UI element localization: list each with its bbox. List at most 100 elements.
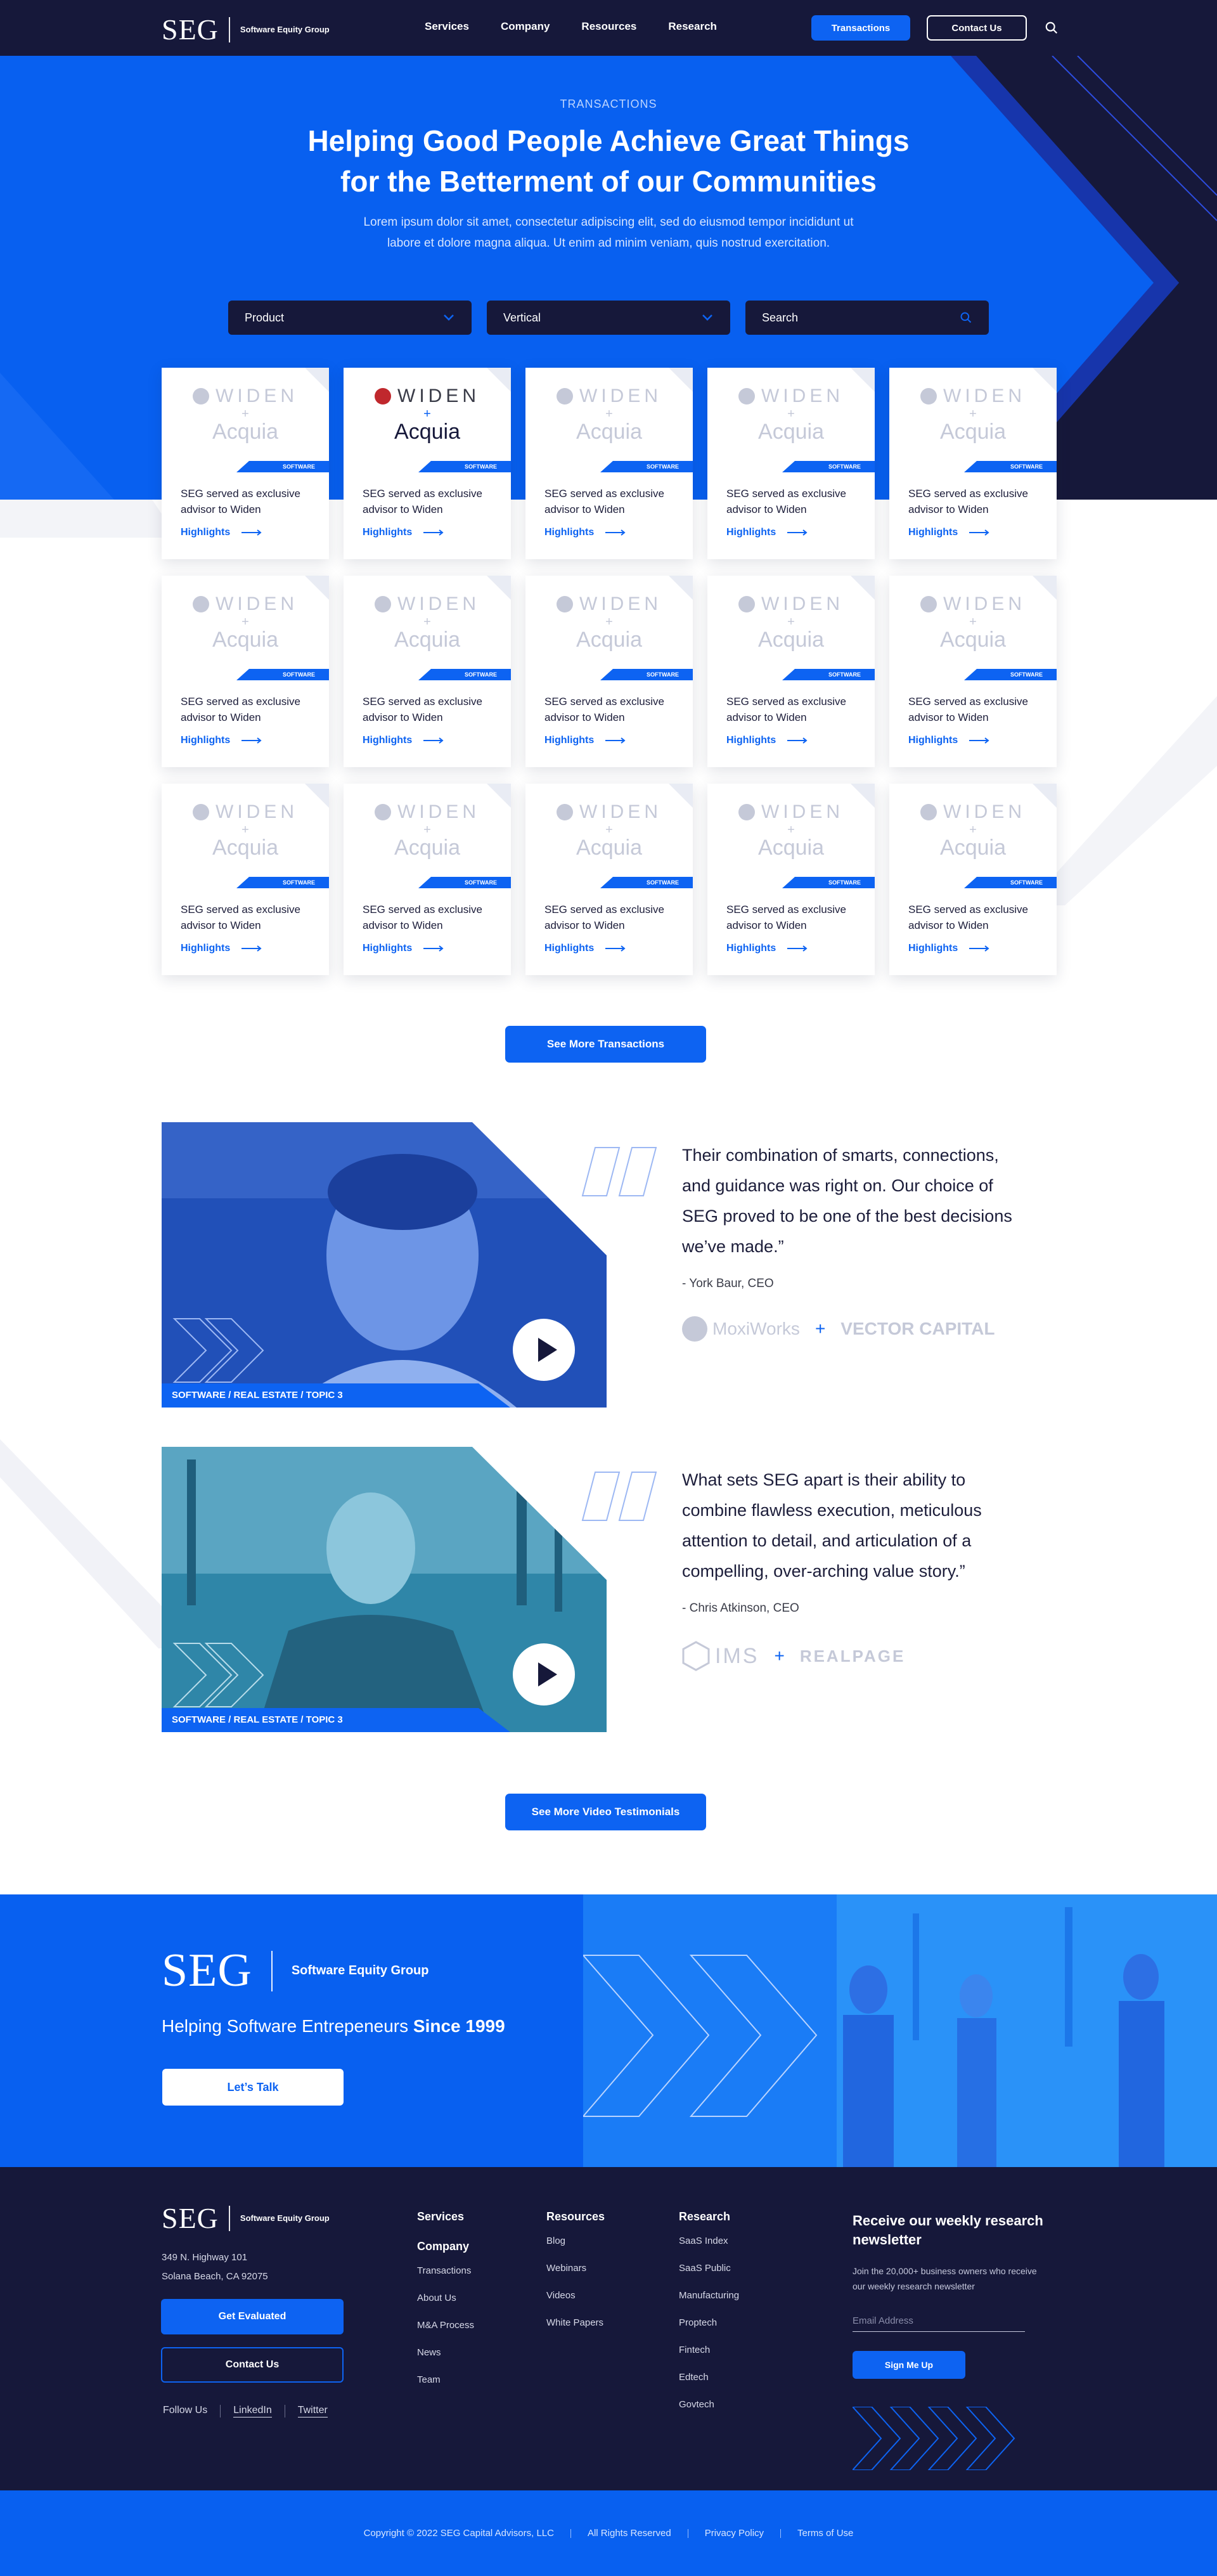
testimonial-author: - Chris Atkinson, CEO xyxy=(682,1602,799,1615)
footer-link[interactable]: M&A Process xyxy=(417,2312,474,2339)
footer-link[interactable]: Fintech xyxy=(679,2336,739,2364)
search-field[interactable]: Search xyxy=(745,301,989,335)
company-logo: WIDEN + Acquia xyxy=(889,385,1057,443)
transaction-card[interactable]: WIDEN + Acquia SOFTWARE SEG served as exclus… xyxy=(707,784,875,975)
cta-band: SEG Software Equity Group Helping Softwa… xyxy=(0,1894,1217,2167)
transaction-card[interactable]: WIDEN + Acquia SOFTWARE SEG served as exclus… xyxy=(525,576,693,767)
testimonial-video-1[interactable]: SOFTWARE / REAL ESTATE / TOPIC 3 xyxy=(162,1122,607,1408)
transactions-button[interactable]: Transactions xyxy=(811,15,910,41)
highlights-link[interactable]: Highlights xyxy=(726,527,808,538)
testimonial-quote: What sets SEG apart is their ability to … xyxy=(682,1470,982,1581)
highlights-link[interactable]: Highlights xyxy=(544,735,626,746)
footer-heading-research[interactable]: Research xyxy=(679,2210,739,2223)
transaction-card[interactable]: WIDEN + Acquia SOFTWARE SEG served as exclus… xyxy=(889,784,1057,975)
company-logo: WIDEN + Acquia xyxy=(707,593,875,650)
footer-link[interactable]: SaaS Index xyxy=(679,2227,739,2255)
site-header: SEG Software Equity Group Services Compa… xyxy=(0,0,1217,56)
arrow-right-icon xyxy=(787,737,808,744)
highlights-link[interactable]: Highlights xyxy=(181,735,262,746)
widen-logo: WIDEN xyxy=(525,593,693,615)
transaction-card[interactable]: WIDEN + Acquia SOFTWARE SEG served as exclus… xyxy=(525,368,693,559)
transaction-card[interactable]: WIDEN + Acquia SOFTWARE SEG served as exclus… xyxy=(525,784,693,975)
nav-company[interactable]: Company xyxy=(501,20,550,33)
highlights-link[interactable]: Highlights xyxy=(181,527,262,538)
footer-link[interactable]: Proptech xyxy=(679,2309,739,2336)
nav-resources[interactable]: Resources xyxy=(581,20,636,33)
highlights-link[interactable]: Highlights xyxy=(908,527,989,538)
copyright-text: Copyright © 2022 SEG Capital Advisors, L… xyxy=(363,2528,554,2539)
company-logo: WIDEN + Acquia xyxy=(162,385,329,443)
play-button[interactable] xyxy=(513,1319,575,1381)
footer-link[interactable]: SaaS Public xyxy=(679,2255,739,2282)
transaction-card[interactable]: WIDEN + Acquia SOFTWARE SEG served as exclus… xyxy=(162,576,329,767)
footer-link[interactable]: Blog xyxy=(546,2227,605,2255)
footer-logo[interactable]: SEG Software Equity Group xyxy=(162,2201,330,2235)
transaction-card[interactable]: WIDEN + Acquia SOFTWARE SEG served as exclus… xyxy=(889,368,1057,559)
footer-link[interactable]: About Us xyxy=(417,2284,474,2312)
footer-heading-resources[interactable]: Resources xyxy=(546,2210,605,2223)
footer-link[interactable]: Govtech xyxy=(679,2391,739,2418)
footer-col-research: Research SaaS Index SaaS Public Manufactur… xyxy=(679,2210,739,2418)
footer-link[interactable]: White Papers xyxy=(546,2309,605,2336)
testimonial-video-2[interactable]: SOFTWARE / REAL ESTATE / TOPIC 3 xyxy=(162,1447,607,1732)
transaction-card[interactable]: WIDEN + Acquia SOFTWARE SEG served as exclus… xyxy=(162,784,329,975)
footer-link[interactable]: Transactions xyxy=(417,2257,474,2284)
sign-me-up-button[interactable]: Sign Me Up xyxy=(853,2351,965,2379)
highlights-label: Highlights xyxy=(726,735,776,746)
transaction-card[interactable]: WIDEN + Acquia SOFTWARE SEG served as exclus… xyxy=(344,784,511,975)
company-logo: WIDEN + Acquia xyxy=(707,385,875,443)
lets-talk-button[interactable]: Let’s Talk xyxy=(162,2069,344,2106)
highlights-link[interactable]: Highlights xyxy=(181,943,262,954)
privacy-policy-link[interactable]: Privacy Policy xyxy=(705,2528,764,2539)
terms-of-use-link[interactable]: Terms of Use xyxy=(797,2528,853,2539)
plus-icon: + xyxy=(605,407,613,421)
see-more-video-testimonials-button[interactable]: See More Video Testimonials xyxy=(505,1794,706,1830)
see-more-transactions-button[interactable]: See More Transactions xyxy=(505,1026,706,1063)
product-filter-dropdown[interactable]: Product xyxy=(228,301,472,335)
contact-us-button[interactable]: Contact Us xyxy=(927,15,1027,41)
search-icon[interactable] xyxy=(1045,21,1059,35)
arrow-right-icon xyxy=(969,737,989,744)
footer-link[interactable]: Edtech xyxy=(679,2364,739,2391)
transaction-card[interactable]: WIDEN + Acquia SOFTWARE SEG served as exclus… xyxy=(344,368,511,559)
footer-link[interactable]: News xyxy=(417,2339,474,2366)
plus-icon: + xyxy=(605,615,613,629)
highlights-link[interactable]: Highlights xyxy=(363,943,444,954)
transaction-card[interactable]: WIDEN + Acquia SOFTWARE SEG served as exclus… xyxy=(344,576,511,767)
footer-link[interactable]: Manufacturing xyxy=(679,2282,739,2309)
nav-research[interactable]: Research xyxy=(668,20,717,33)
logo-name: Software Equity Group xyxy=(291,1964,429,1977)
card-description: SEG served as exclusive advisor to Widen xyxy=(544,488,664,515)
highlights-link[interactable]: Highlights xyxy=(908,735,989,746)
arrow-right-icon xyxy=(423,945,444,952)
moxiworks-name: MoxiWorks xyxy=(712,1319,800,1338)
transaction-card[interactable]: WIDEN + Acquia SOFTWARE SEG served as exclus… xyxy=(889,576,1057,767)
linkedin-link[interactable]: LinkedIn xyxy=(233,2405,272,2417)
footer-heading-company[interactable]: Company xyxy=(417,2240,474,2253)
nav-services[interactable]: Services xyxy=(425,20,469,33)
highlights-link[interactable]: Highlights xyxy=(544,943,626,954)
transaction-card[interactable]: WIDEN + Acquia SOFTWARE SEG served as exclus… xyxy=(707,368,875,559)
highlights-link[interactable]: Highlights xyxy=(726,735,808,746)
newsletter-email-input[interactable] xyxy=(853,2310,1025,2332)
plus-icon: + xyxy=(423,407,431,421)
highlights-link[interactable]: Highlights xyxy=(726,943,808,954)
logo-divider xyxy=(228,2205,230,2231)
footer-heading-services[interactable]: Services xyxy=(417,2210,474,2223)
footer-link[interactable]: Webinars xyxy=(546,2255,605,2282)
highlights-link[interactable]: Highlights xyxy=(363,735,444,746)
highlights-link[interactable]: Highlights xyxy=(908,943,989,954)
footer-contact-button[interactable]: Contact Us xyxy=(161,2347,344,2383)
card-description: SEG served as exclusive advisor to Widen xyxy=(181,696,300,723)
play-button[interactable] xyxy=(513,1643,575,1705)
get-evaluated-button[interactable]: Get Evaluated xyxy=(161,2299,344,2334)
highlights-link[interactable]: Highlights xyxy=(363,527,444,538)
footer-link[interactable]: Team xyxy=(417,2366,474,2393)
twitter-link[interactable]: Twitter xyxy=(297,2405,328,2417)
footer-link[interactable]: Videos xyxy=(546,2282,605,2309)
highlights-link[interactable]: Highlights xyxy=(544,527,626,538)
vertical-filter-dropdown[interactable]: Vertical xyxy=(487,301,730,335)
site-logo[interactable]: SEG Software Equity Group xyxy=(162,13,330,46)
transaction-card[interactable]: WIDEN + Acquia SOFTWARE SEG served as exclus… xyxy=(162,368,329,559)
transaction-card[interactable]: WIDEN + Acquia SOFTWARE SEG served as exclus… xyxy=(707,576,875,767)
